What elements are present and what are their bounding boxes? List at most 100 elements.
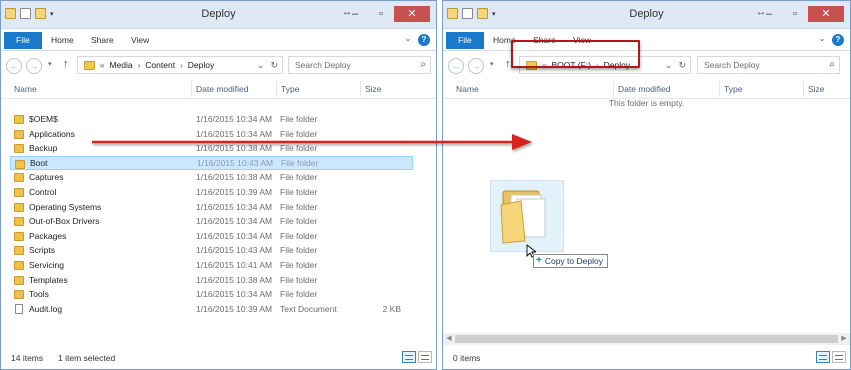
file-date-modified: 1/16/2015 10:38 AM — [196, 172, 273, 183]
file-row[interactable]: Control 1/16/2015 10:39 AM File folder — [10, 185, 413, 200]
file-type: File folder — [281, 157, 319, 168]
tab-home[interactable]: Home — [41, 32, 84, 49]
file-name: Boot — [30, 157, 48, 168]
folder-icon — [14, 144, 24, 154]
folder-icon — [14, 129, 24, 139]
file-date-modified: 1/16/2015 10:41 AM — [196, 260, 273, 270]
search-icon[interactable]: ⌕ — [420, 57, 426, 73]
file-type: File folder — [280, 114, 318, 124]
refresh-icon[interactable]: ↻ — [678, 60, 686, 71]
column-header-size[interactable]: Size — [365, 84, 382, 94]
file-row[interactable]: Audit.log 1/16/2015 10:39 AM Text Document… — [10, 302, 413, 317]
column-header-size[interactable]: Size — [808, 84, 825, 94]
dragged-folder-preview — [490, 180, 564, 252]
breadcrumb-item[interactable]: Content — [145, 60, 175, 70]
ribbon-tabs: File Home Share View ⌄ ? — [443, 29, 850, 51]
column-header-name[interactable]: Name — [14, 84, 37, 94]
column-header-date[interactable]: Date modified — [196, 84, 248, 94]
folder-icon — [14, 231, 24, 241]
file-row[interactable]: Operating Systems 1/16/2015 10:34 AM File … — [10, 200, 413, 215]
tab-file[interactable]: File — [4, 32, 42, 49]
help-icon[interactable]: ? — [832, 34, 844, 46]
address-bar[interactable]: « Media › Content › Deploy ⌄ ↻ — [77, 56, 283, 74]
chevron-down-icon[interactable]: ⌄ — [665, 60, 673, 71]
details-view-button[interactable] — [816, 351, 830, 363]
file-row[interactable]: Out-of-Box Drivers 1/16/2015 10:34 AM File… — [10, 214, 413, 229]
column-divider[interactable] — [719, 81, 720, 97]
back-button[interactable]: ← — [448, 58, 464, 74]
large-icons-view-button[interactable] — [832, 351, 846, 363]
tab-share[interactable]: Share — [81, 32, 124, 49]
file-row[interactable]: Scripts 1/16/2015 10:43 AM File folder — [10, 243, 413, 258]
recent-locations-caret-icon[interactable]: ▾ — [490, 60, 494, 68]
help-icon[interactable]: ? — [418, 34, 430, 46]
forward-button[interactable]: → — [468, 58, 484, 74]
breadcrumb-item[interactable]: Media — [109, 60, 132, 70]
title-bar[interactable]: ▾ Deploy ↔ – ▫ ✕ — [1, 1, 436, 29]
title-bar[interactable]: ▾ Deploy ↔ – ▫ ✕ — [443, 1, 850, 29]
chevron-right-icon[interactable]: › — [138, 61, 141, 70]
details-view-button[interactable] — [402, 351, 416, 363]
scroll-left-icon[interactable]: ◀ — [443, 333, 455, 345]
column-header-type[interactable]: Type — [281, 84, 299, 94]
plus-icon: + — [536, 255, 542, 266]
file-date-modified: 1/16/2015 10:34 AM — [196, 289, 273, 300]
tab-view[interactable]: View — [121, 32, 159, 49]
breadcrumb-overflow[interactable]: « — [100, 61, 104, 70]
column-header-type[interactable]: Type — [724, 84, 742, 94]
minimize-button[interactable]: – — [342, 6, 368, 22]
file-row[interactable]: Tools 1/16/2015 10:34 AM File folder — [10, 287, 413, 302]
file-type: File folder — [280, 143, 318, 154]
recent-locations-caret-icon[interactable]: ▾ — [48, 60, 52, 68]
search-input[interactable]: Search Deploy ⌕ — [288, 56, 431, 74]
tab-file[interactable]: File — [446, 32, 484, 49]
search-icon[interactable]: ⌕ — [829, 57, 835, 73]
scrollbar-thumb[interactable] — [455, 335, 838, 343]
file-row[interactable]: Servicing 1/16/2015 10:41 AM File folder — [10, 258, 413, 273]
column-header-date[interactable]: Date modified — [618, 84, 670, 94]
column-divider[interactable] — [276, 81, 277, 97]
folder-icon — [15, 159, 25, 169]
close-button[interactable]: ✕ — [394, 6, 430, 22]
file-date-modified: 1/16/2015 10:34 AM — [196, 201, 273, 212]
column-header-name[interactable]: Name — [456, 84, 479, 94]
maximize-button[interactable]: ▫ — [782, 6, 808, 22]
refresh-icon[interactable]: ↻ — [270, 60, 278, 71]
column-divider[interactable] — [360, 81, 361, 97]
breadcrumb-item[interactable]: Deploy — [188, 60, 214, 70]
folder-icon — [84, 60, 95, 70]
up-button[interactable]: ↑ — [505, 58, 511, 70]
close-button[interactable]: ✕ — [808, 6, 844, 22]
file-name: Servicing — [29, 260, 64, 270]
file-name: Packages — [29, 230, 67, 241]
up-button[interactable]: ↑ — [63, 58, 69, 70]
item-count: 0 items — [453, 353, 481, 363]
horizontal-scrollbar[interactable]: ◀ ▶ — [443, 333, 850, 345]
file-row[interactable]: Captures 1/16/2015 10:38 AM File folder — [10, 170, 413, 185]
scroll-right-icon[interactable]: ▶ — [838, 333, 850, 345]
chevron-down-icon[interactable]: ⌄ — [257, 60, 265, 71]
search-input[interactable]: Search Deploy ⌕ — [697, 56, 840, 74]
copy-to-tooltip: + Copy to Deploy — [533, 254, 608, 268]
column-divider[interactable] — [613, 81, 614, 97]
caption-buttons: – ▫ ✕ — [756, 6, 844, 22]
maximize-button[interactable]: ▫ — [368, 6, 394, 22]
folder-icon — [14, 202, 24, 212]
back-button[interactable]: ← — [6, 58, 22, 74]
expand-ribbon-icon[interactable]: ⌄ — [402, 34, 414, 46]
file-row[interactable]: Backup 1/16/2015 10:38 AM File folder — [10, 141, 413, 156]
large-icons-view-button[interactable] — [418, 351, 432, 363]
forward-button[interactable]: → — [26, 58, 42, 74]
file-type: Text Document — [280, 303, 337, 314]
file-row[interactable]: Packages 1/16/2015 10:34 AM File folder — [10, 229, 413, 244]
file-row[interactable]: Templates 1/16/2015 10:38 AM File folder — [10, 273, 413, 288]
minimize-button[interactable]: – — [756, 6, 782, 22]
column-divider[interactable] — [803, 81, 804, 97]
file-row[interactable]: Applications 1/16/2015 10:34 AM File folde… — [10, 127, 413, 142]
chevron-right-icon[interactable]: › — [180, 61, 183, 70]
file-row[interactable]: $OEM$ 1/16/2015 10:34 AM File folder — [10, 112, 413, 127]
expand-ribbon-icon[interactable]: ⌄ — [816, 34, 828, 46]
column-divider[interactable] — [191, 81, 192, 97]
file-row[interactable]: Boot 1/16/2015 10:43 AM File folder — [10, 155, 413, 171]
folder-icon — [14, 173, 24, 183]
